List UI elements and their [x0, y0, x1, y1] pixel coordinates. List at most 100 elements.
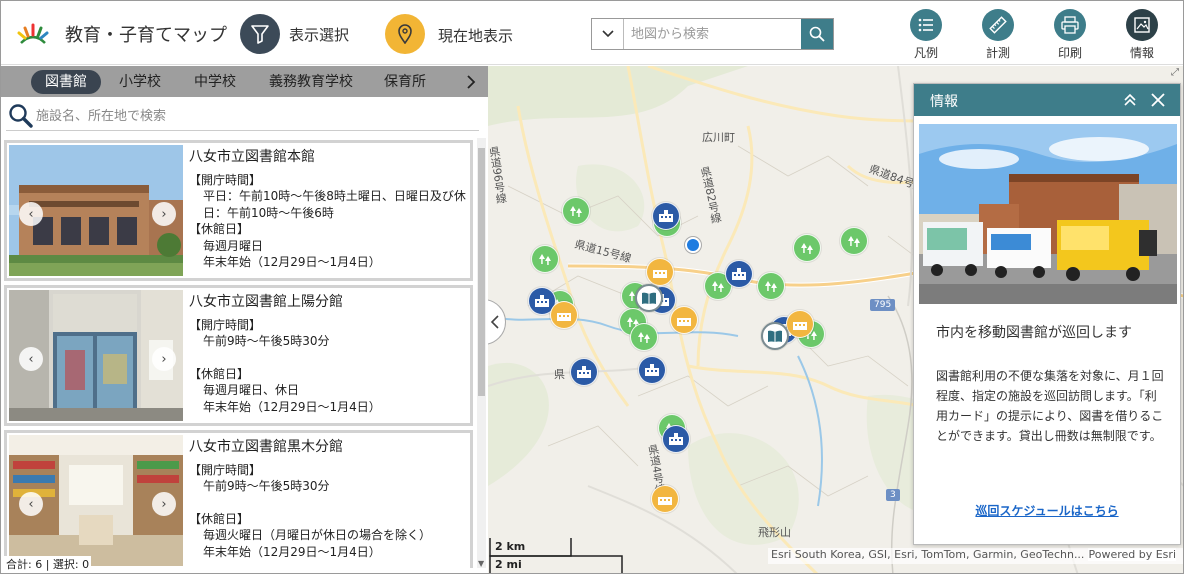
photo-prev-button[interactable]: ‹	[19, 202, 43, 226]
current-location-button[interactable]	[385, 14, 425, 54]
closed-text: 年末年始（12月29日～1月4日）	[203, 544, 381, 559]
tab-library[interactable]: 図書館	[31, 70, 101, 94]
photo-next-button[interactable]: ›	[152, 347, 176, 371]
closed-heading: 【休館日】	[189, 366, 250, 381]
city-logo-icon	[17, 23, 49, 44]
photo-next-button[interactable]: ›	[152, 202, 176, 226]
scrollbar-thumb[interactable]	[478, 148, 485, 396]
info-panel: 情報 市内を移動図書館が巡回します 図書館利用の不便な集落を対象に、月１回程度、…	[913, 83, 1181, 545]
facility-search-box	[6, 101, 479, 131]
tree-icon	[712, 281, 724, 292]
road-label: 県	[554, 368, 565, 381]
collapse-up-button[interactable]	[1120, 90, 1140, 110]
close-icon	[1151, 93, 1165, 107]
facility-card[interactable]: ‹ › 八女市立図書館黒木分館 【開庁時間】 午前9時～午後5時30分 【休館日…	[4, 430, 473, 568]
legend-tool[interactable]: 凡例	[902, 9, 950, 61]
image-info-icon	[1134, 17, 1150, 33]
school-building-icon	[577, 366, 591, 378]
map-search-input[interactable]	[625, 19, 801, 49]
route-shield: 3	[886, 489, 900, 501]
school-marker[interactable]	[725, 260, 753, 288]
powered-by-esri[interactable]: Powered by Esri	[1088, 548, 1176, 561]
mountain-label: 飛形山	[758, 526, 791, 539]
school-marker[interactable]	[570, 358, 598, 386]
attribution-text: Esri South Korea, GSI, Esri, TomTom, Gar…	[771, 548, 1085, 561]
facility-photo: ‹ ›	[9, 290, 183, 421]
info-tool[interactable]: 情報	[1118, 9, 1166, 61]
school-building-icon	[535, 295, 549, 307]
facility-search-input[interactable]	[36, 104, 466, 128]
list-scrollbar[interactable]: ▼	[477, 138, 486, 568]
school-building-icon	[732, 268, 746, 280]
hours-heading: 【開庁時間】	[189, 172, 262, 187]
tab-junior-high-school[interactable]: 中学校	[194, 70, 236, 94]
facility-name: 八女市立図書館本館	[189, 149, 315, 165]
facility-info: 八女市立図書館黒木分館 【開庁時間】 午前9時～午後5時30分 【休館日】 毎週…	[189, 439, 471, 560]
park-marker[interactable]	[840, 227, 868, 255]
library-marker[interactable]	[635, 284, 663, 312]
closed-heading: 【休館日】	[189, 511, 250, 526]
facility-info: 八女市立図書館上陽分館 【開庁時間】 午前9時～午後5時30分 【休館日】 毎週…	[189, 294, 471, 415]
park-marker[interactable]	[757, 272, 785, 300]
facility-list-panel: 図書館 小学校 中学校 義務教育学校 保育所 施設名、所在地で検索 ‹ › 八女…	[1, 66, 488, 573]
print-tool[interactable]: 印刷	[1046, 9, 1094, 61]
nursery-building-icon	[793, 322, 807, 330]
hours-text: 平日：午前10時～午後8時土曜日、日曜日及び休日：午前10時～午後6時	[203, 189, 466, 220]
tour-schedule-link[interactable]: 巡回スケジュールはこちら	[914, 502, 1180, 519]
hours-heading: 【開庁時間】	[189, 317, 262, 332]
school-marker[interactable]	[652, 202, 680, 230]
tree-icon	[848, 236, 860, 247]
park-marker[interactable]	[562, 197, 590, 225]
school-marker[interactable]	[638, 356, 666, 384]
selection-status: 合計: 6 | 選択: 0	[4, 556, 92, 572]
facility-card[interactable]: ‹ › 八女市立図書館本館 【開庁時間】 平日：午前10時～午後8時土曜日、日曜…	[4, 140, 473, 281]
town-label: 広川町	[702, 131, 735, 144]
school-marker[interactable]	[662, 425, 690, 453]
open-book-icon	[642, 292, 656, 304]
park-marker[interactable]	[630, 323, 658, 351]
closed-text: 毎週月曜日、休日	[203, 383, 300, 397]
info-headline: 市内を移動図書館が巡回します	[936, 325, 1132, 341]
expand-icon[interactable]: ⤢	[1171, 67, 1179, 78]
park-marker[interactable]	[531, 245, 559, 273]
filter-button[interactable]	[240, 14, 280, 54]
map-attribution: Esri South Korea, GSI, Esri, TomTom, Gar…	[768, 548, 1183, 564]
hours-text: 午前9時～午後5時30分	[203, 479, 330, 493]
school-building-icon	[659, 210, 673, 222]
location-pin-icon	[398, 24, 412, 44]
scroll-down-arrow[interactable]: ▼	[478, 559, 484, 568]
park-marker[interactable]	[793, 234, 821, 262]
library-marker[interactable]	[761, 322, 789, 350]
search-button[interactable]	[801, 19, 833, 49]
close-button[interactable]	[1148, 90, 1168, 110]
tab-elementary-school[interactable]: 小学校	[119, 70, 161, 94]
photo-prev-button[interactable]: ‹	[19, 492, 43, 516]
closed-text: 年末年始（12月29日～1月4日）	[203, 399, 381, 414]
photo-prev-button[interactable]: ‹	[19, 347, 43, 371]
chevron-down-icon	[601, 30, 614, 38]
nursery-marker[interactable]	[550, 301, 578, 329]
current-location-label[interactable]: 現在地表示	[438, 25, 513, 46]
tab-nursery[interactable]: 保育所	[384, 70, 426, 94]
tab-compulsory-school[interactable]: 義務教育学校	[269, 70, 353, 94]
closed-text: 毎週火曜日（月曜日が休日の場合を除く）	[203, 528, 432, 542]
photo-next-button[interactable]: ›	[152, 492, 176, 516]
nursery-marker[interactable]	[670, 306, 698, 334]
open-book-icon	[768, 330, 782, 342]
scale-mi-label: 2 mi	[495, 558, 522, 571]
tree-icon	[570, 206, 582, 217]
facility-name: 八女市立図書館黒木分館	[189, 439, 343, 455]
chevron-left-icon	[490, 315, 499, 329]
school-building-icon	[669, 433, 683, 445]
nursery-marker[interactable]	[646, 258, 674, 286]
nursery-marker[interactable]	[651, 485, 679, 513]
nursery-marker[interactable]	[786, 310, 814, 338]
facility-card[interactable]: ‹ › 八女市立図書館上陽分館 【開庁時間】 午前9時～午後5時30分 【休館日…	[4, 285, 473, 426]
facility-photo: ‹ ›	[9, 145, 183, 276]
printer-icon	[1061, 16, 1079, 34]
tabs-next-button[interactable]	[462, 70, 480, 94]
info-panel-title: 情報	[930, 94, 958, 110]
measure-tool[interactable]: 計測	[974, 9, 1022, 61]
search-source-dropdown[interactable]	[592, 19, 624, 49]
filter-label[interactable]: 表示選択	[289, 24, 349, 45]
